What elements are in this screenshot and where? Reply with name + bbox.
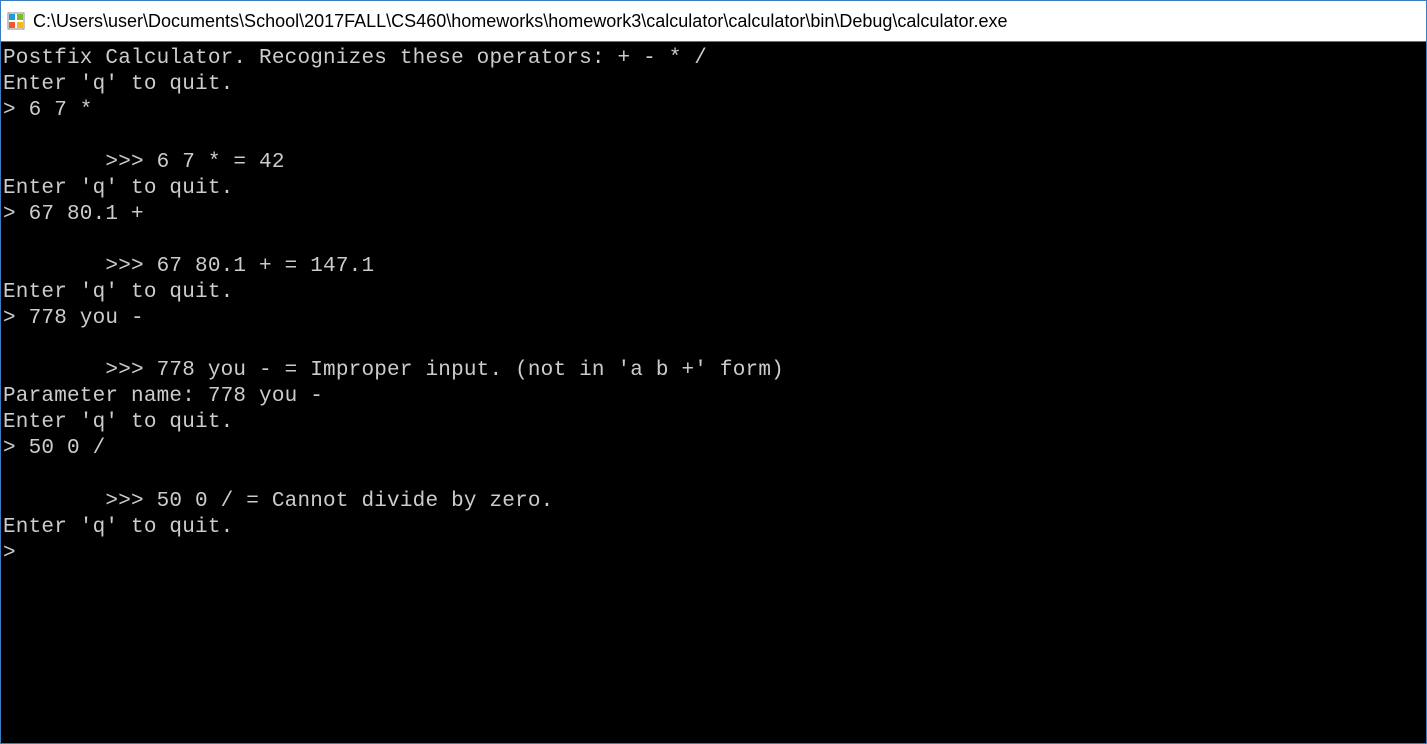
- console-line: [3, 463, 1424, 489]
- console-line: [3, 228, 1424, 254]
- console-output: Postfix Calculator. Recognizes these ope…: [3, 46, 1424, 567]
- console-line: > 50 0 /: [3, 436, 1424, 462]
- titlebar[interactable]: C:\Users\user\Documents\School\2017FALL\…: [1, 1, 1426, 42]
- console-line: > 67 80.1 +: [3, 202, 1424, 228]
- console-line: Enter 'q' to quit.: [3, 176, 1424, 202]
- console-line: > 6 7 *: [3, 98, 1424, 124]
- window-title: C:\Users\user\Documents\School\2017FALL\…: [33, 11, 1008, 32]
- console-line: Enter 'q' to quit.: [3, 515, 1424, 541]
- console-line: Postfix Calculator. Recognizes these ope…: [3, 46, 1424, 72]
- console-line: Parameter name: 778 you -: [3, 384, 1424, 410]
- app-icon: [7, 12, 25, 30]
- console-line: > 778 you -: [3, 306, 1424, 332]
- console-area[interactable]: Postfix Calculator. Recognizes these ope…: [1, 42, 1426, 743]
- console-line: Enter 'q' to quit.: [3, 280, 1424, 306]
- console-line: [3, 124, 1424, 150]
- console-line: [3, 332, 1424, 358]
- console-line: >: [3, 541, 1424, 567]
- console-line: Enter 'q' to quit.: [3, 72, 1424, 98]
- console-window: C:\Users\user\Documents\School\2017FALL\…: [0, 0, 1427, 744]
- console-line: Enter 'q' to quit.: [3, 410, 1424, 436]
- console-line: >>> 6 7 * = 42: [3, 150, 1424, 176]
- console-line: >>> 67 80.1 + = 147.1: [3, 254, 1424, 280]
- console-line: >>> 778 you - = Improper input. (not in …: [3, 358, 1424, 384]
- console-line: >>> 50 0 / = Cannot divide by zero.: [3, 489, 1424, 515]
